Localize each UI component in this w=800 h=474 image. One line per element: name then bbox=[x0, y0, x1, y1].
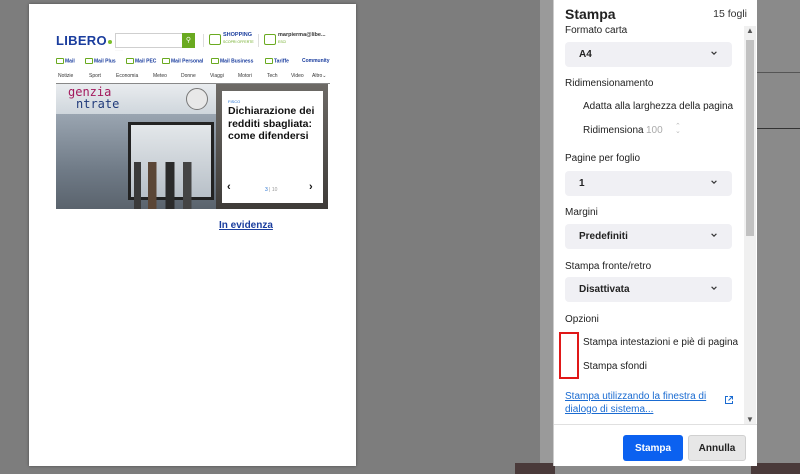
nav-item: Notizie bbox=[58, 73, 74, 79]
headline-title: Dichiarazione dei redditi sbagliata: com… bbox=[228, 105, 315, 142]
slide-pager: 3 | 10 bbox=[265, 187, 278, 193]
margins-select[interactable]: Predefiniti bbox=[565, 224, 732, 249]
cancel-button[interactable]: Annulla bbox=[688, 435, 746, 461]
chevron-down-icon bbox=[711, 51, 717, 55]
footer-divider bbox=[554, 424, 757, 425]
duplex-label: Stampa fronte/retro bbox=[565, 261, 652, 272]
tag-icon bbox=[209, 34, 221, 45]
external-link-icon[interactable] bbox=[724, 395, 734, 405]
sheet-count: 15 fogli bbox=[713, 8, 747, 20]
preview-scroll-gutter bbox=[540, 0, 553, 474]
scrollbar-thumb[interactable] bbox=[746, 40, 754, 236]
services-row: Mail Mail Plus Mail PEC Mail Personal Ma… bbox=[56, 58, 330, 68]
options-label: Opzioni bbox=[565, 314, 599, 325]
search-hint: ·· ··· ··· bbox=[115, 49, 124, 52]
dialog-title: Stampa bbox=[565, 6, 616, 22]
pages-per-sheet-select[interactable]: 1 bbox=[565, 171, 732, 196]
service-mail: Mail bbox=[56, 58, 75, 64]
shopping-title: SHOPPING bbox=[223, 32, 253, 38]
print-dialog: Stampa 15 fogli Formato carta A4 Ridimen… bbox=[553, 0, 757, 466]
checkbox-highlight[interactable] bbox=[559, 332, 579, 379]
chevron-down-icon bbox=[711, 180, 717, 184]
libero-logo: LIBERO bbox=[56, 33, 112, 48]
divider bbox=[756, 72, 800, 73]
mail-icon bbox=[264, 34, 276, 45]
chevron-down-icon bbox=[711, 286, 717, 290]
dialog-scrollbar[interactable]: ▲ ▼ bbox=[744, 26, 756, 424]
preview-search-input bbox=[115, 33, 184, 48]
settings-scroll-area[interactable]: Formato carta A4 Ridimensionamento Adatt… bbox=[554, 26, 757, 424]
background-strip bbox=[751, 463, 800, 474]
resize-scale-input[interactable]: 100 bbox=[646, 125, 663, 136]
resize-custom-option[interactable]: Ridimensiona bbox=[583, 125, 644, 136]
headers-footers-checkbox-label[interactable]: Stampa intestazioni e piè di pagina bbox=[583, 337, 738, 348]
nav-item: Sport bbox=[89, 73, 101, 79]
background-strip bbox=[515, 463, 555, 474]
chevron-left-icon: ‹ bbox=[227, 181, 231, 193]
in-evidenza-heading: In evidenza bbox=[219, 220, 273, 231]
nav-item: Donne bbox=[181, 73, 196, 79]
service-mail-pec: Mail PEC bbox=[126, 58, 156, 64]
duplex-value: Disattivata bbox=[579, 284, 630, 295]
nav-item: Altro⌄ bbox=[312, 73, 327, 79]
preview-page: LIBERO ⚲ ·· ··· ··· SHOPPING SCOPRI OFFE… bbox=[29, 4, 356, 466]
search-icon: ⚲ bbox=[182, 33, 195, 48]
margins-label: Margini bbox=[565, 207, 598, 218]
nav-item: Motori bbox=[238, 73, 252, 79]
resize-fit-option[interactable]: Adatta alla larghezza della pagina bbox=[583, 101, 733, 112]
nav-item: Meteo bbox=[153, 73, 167, 79]
nav-item: Economia bbox=[116, 73, 139, 79]
people-silhouettes bbox=[134, 162, 204, 209]
scroll-down-icon[interactable]: ▼ bbox=[746, 415, 754, 424]
print-button[interactable]: Stampa bbox=[623, 435, 683, 461]
paper-format-label: Formato carta bbox=[565, 26, 628, 36]
divider bbox=[203, 34, 204, 47]
paper-format-value: A4 bbox=[579, 49, 592, 60]
shopping-subtitle: SCOPRI OFFERTE bbox=[223, 40, 254, 44]
scroll-up-icon[interactable]: ▲ bbox=[746, 26, 754, 35]
service-community: Community bbox=[302, 58, 330, 64]
backgrounds-checkbox-label[interactable]: Stampa sfondi bbox=[583, 361, 647, 372]
account-email: marpierma@libe... bbox=[278, 32, 326, 38]
service-mail-business: Mail Business bbox=[211, 58, 253, 64]
pages-per-sheet-label: Pagine per foglio bbox=[565, 153, 641, 164]
headline-category: FISCO bbox=[228, 99, 241, 104]
paper-format-select[interactable]: A4 bbox=[565, 42, 732, 67]
service-mail-plus: Mail Plus bbox=[85, 58, 116, 64]
chevron-down-icon bbox=[711, 233, 717, 237]
chevron-right-icon: › bbox=[309, 181, 313, 193]
system-dialog-link[interactable]: Stampa utilizzando la finestra di dialog… bbox=[565, 390, 715, 416]
duplex-select[interactable]: Disattivata bbox=[565, 277, 732, 302]
emblem-icon bbox=[186, 88, 208, 110]
nav-item: Video bbox=[291, 73, 304, 79]
headline-card: FISCO Dichiarazione dei redditi sbagliat… bbox=[222, 91, 323, 203]
scale-stepper-icon[interactable]: ⌃ ⌄ bbox=[675, 123, 681, 135]
account-logout: ESCI bbox=[278, 40, 287, 44]
service-mail-personal: Mail Personal bbox=[162, 58, 203, 64]
resize-label: Ridimensionamento bbox=[565, 78, 654, 89]
service-tariffe: Tariffe bbox=[265, 58, 289, 64]
divider bbox=[258, 34, 259, 47]
sign-text: ntrate bbox=[76, 97, 120, 111]
nav-item: Tech bbox=[267, 73, 278, 79]
news-nav: Notizie Sport Economia Meteo Donne Viagg… bbox=[56, 73, 330, 83]
margins-value: Predefiniti bbox=[579, 231, 628, 242]
pages-per-sheet-value: 1 bbox=[579, 178, 585, 189]
nav-item: Viaggi bbox=[210, 73, 224, 79]
